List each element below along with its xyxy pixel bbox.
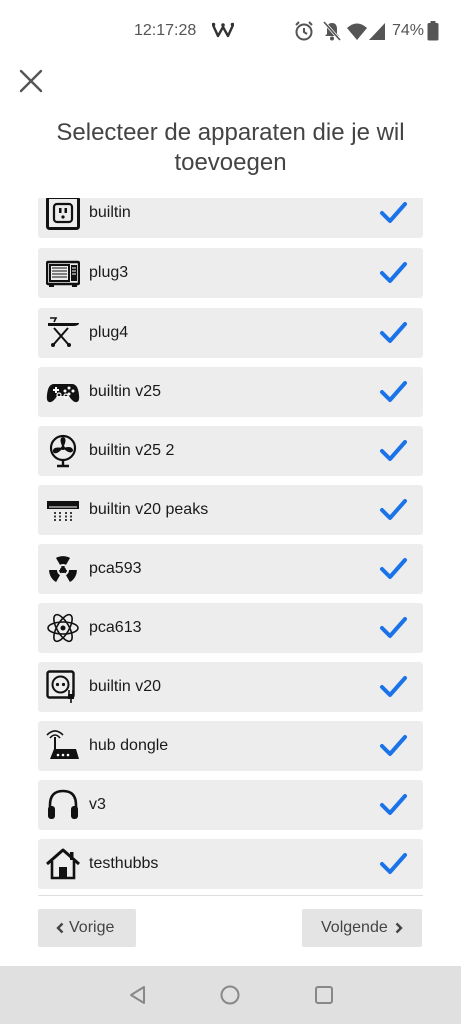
next-button-label: Volgende — [321, 919, 388, 936]
power-socket-plug-icon — [46, 670, 75, 703]
device-list[interactable]: builtin plug3 plug4 builtin v25 builtin … — [38, 198, 423, 890]
device-list-item[interactable]: plug3 — [38, 248, 423, 298]
device-list-item[interactable]: builtin v20 peaks — [38, 485, 423, 535]
checkmark-icon[interactable] — [378, 613, 408, 643]
next-button[interactable]: Volgende — [302, 909, 422, 947]
app-notification-icon — [212, 22, 234, 38]
checkmark-icon[interactable] — [378, 790, 408, 820]
device-list-item[interactable]: plug4 — [38, 308, 423, 358]
cellular-signal-icon — [369, 23, 385, 40]
device-label: builtin v25 — [89, 383, 162, 400]
alarm-icon — [295, 21, 313, 41]
air-conditioner-icon — [47, 501, 79, 521]
device-list-item[interactable]: builtin v25 2 — [38, 426, 423, 476]
checkmark-icon[interactable] — [378, 672, 408, 702]
divider — [38, 895, 423, 896]
previous-button-label: Vorige — [69, 919, 115, 936]
recents-square-icon[interactable] — [313, 984, 335, 1006]
system-navigation-bar — [0, 966, 461, 1024]
back-triangle-icon[interactable] — [127, 984, 149, 1006]
device-list-item[interactable]: testhubbs — [38, 839, 423, 889]
chevron-right-icon — [395, 922, 403, 934]
checkmark-icon[interactable] — [378, 198, 408, 228]
checkmark-icon[interactable] — [378, 318, 408, 348]
fan-icon — [49, 434, 77, 468]
battery-percentage: 74% — [392, 22, 425, 39]
device-label: plug4 — [89, 324, 129, 341]
device-label: builtin v20 — [89, 678, 162, 695]
headphones-icon — [48, 789, 78, 819]
device-label: builtin v25 2 — [89, 442, 175, 459]
device-list-item[interactable]: pca613 — [38, 603, 423, 653]
status-bar: 12:17:28 74% — [0, 0, 461, 62]
device-list-item[interactable]: builtin v20 — [38, 662, 423, 712]
previous-button[interactable]: Vorige — [38, 909, 136, 947]
checkmark-icon[interactable] — [378, 849, 408, 879]
notifications-muted-icon — [322, 21, 342, 41]
chevron-left-icon — [56, 922, 64, 934]
checkmark-icon[interactable] — [378, 495, 408, 525]
device-list-item[interactable]: builtin v25 — [38, 367, 423, 417]
home-circle-icon[interactable] — [219, 984, 241, 1006]
checkmark-icon[interactable] — [378, 554, 408, 584]
battery-icon — [427, 21, 439, 41]
microwave-icon — [46, 260, 80, 287]
device-label: testhubbs — [89, 855, 159, 872]
device-label: builtin — [89, 204, 131, 221]
ironing-board-icon — [48, 317, 79, 347]
close-icon[interactable] — [16, 66, 46, 96]
checkmark-icon[interactable] — [378, 258, 408, 288]
gamepad-icon — [46, 384, 80, 403]
status-time: 12:17:28 — [134, 22, 197, 39]
wall-socket-icon — [46, 198, 80, 230]
device-list-item[interactable]: hub dongle — [38, 721, 423, 771]
page-title: Selecteer de apparaten die je wil toevoe… — [56, 119, 405, 176]
device-label: pca593 — [89, 560, 142, 577]
device-label: v3 — [89, 796, 106, 813]
device-list-item[interactable]: pca593 — [38, 544, 423, 594]
device-label: pca613 — [89, 619, 142, 636]
wifi-icon — [347, 23, 367, 40]
checkmark-icon[interactable] — [378, 377, 408, 407]
home-icon — [46, 848, 80, 880]
radiation-icon — [49, 556, 77, 583]
device-label: hub dongle — [89, 737, 169, 754]
device-label: plug3 — [89, 264, 129, 281]
device-label: builtin v20 peaks — [89, 501, 209, 518]
device-list-item[interactable]: v3 — [38, 780, 423, 830]
checkmark-icon[interactable] — [378, 731, 408, 761]
device-list-item[interactable]: builtin — [38, 198, 423, 238]
router-icon — [46, 730, 79, 759]
checkmark-icon[interactable] — [378, 436, 408, 466]
atom-icon — [47, 613, 79, 643]
